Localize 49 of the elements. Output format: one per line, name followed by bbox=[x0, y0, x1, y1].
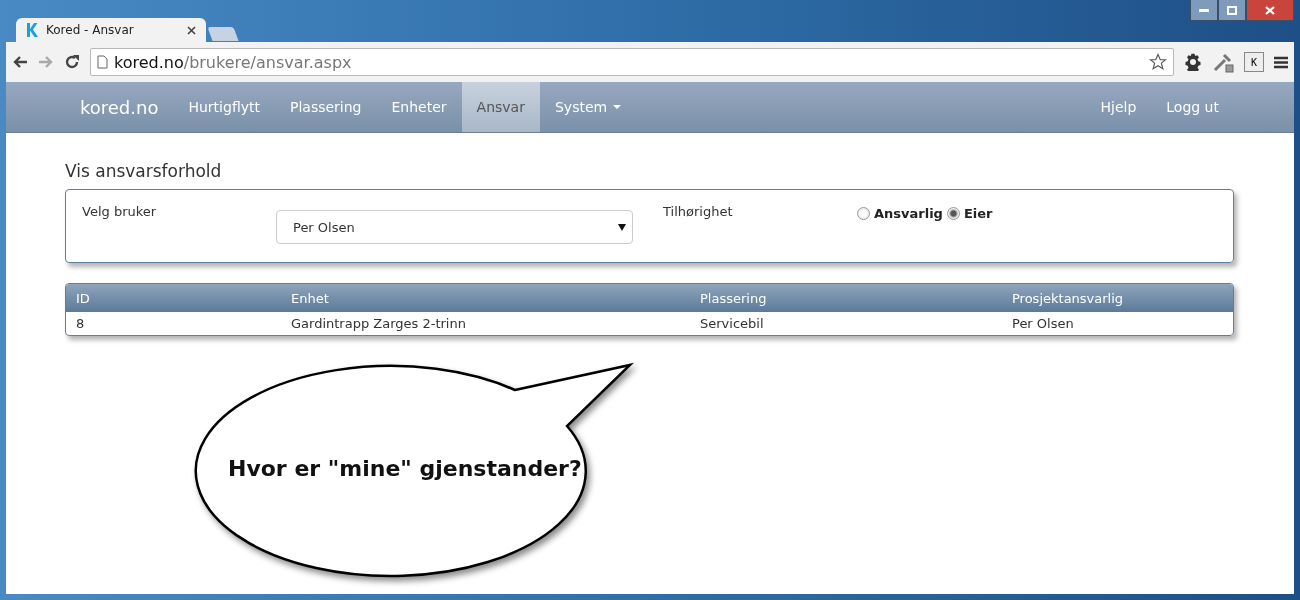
address-bar[interactable]: kored.no/brukere/ansvar.aspx bbox=[90, 48, 1174, 76]
field-label: Tilhørighet bbox=[663, 204, 734, 219]
column-header: Enhet bbox=[281, 284, 690, 312]
minimize-icon bbox=[1199, 8, 1209, 12]
settings-icon[interactable] bbox=[1184, 53, 1202, 71]
close-icon[interactable] bbox=[187, 25, 196, 35]
table-cell-text: Servicebil bbox=[699, 315, 765, 333]
browser-tab[interactable]: Kored - Ansvar bbox=[16, 18, 206, 42]
reload-icon[interactable] bbox=[64, 54, 80, 70]
nav-link[interactable]: Ansvar bbox=[461, 82, 540, 132]
page-icon bbox=[97, 55, 108, 69]
page-title: Vis ansvarsforhold bbox=[65, 161, 223, 181]
table-cell-text: 8 bbox=[75, 315, 86, 333]
radio-button[interactable] bbox=[946, 207, 960, 220]
url-host: kored.no bbox=[114, 52, 184, 72]
column-header: Plassering bbox=[690, 284, 1002, 312]
nav-link[interactable]: Enheter bbox=[376, 82, 462, 132]
back-icon[interactable] bbox=[12, 55, 28, 69]
nav-link[interactable]: Hurtigflytt bbox=[173, 82, 275, 132]
url-path: /brukere/ansvar.aspx bbox=[183, 52, 352, 72]
caret-icon bbox=[618, 223, 626, 231]
field-label: Velg bruker bbox=[82, 204, 158, 219]
caret-icon bbox=[613, 105, 622, 109]
radio-option[interactable]: Ansvarlig bbox=[857, 206, 943, 221]
nav-link[interactable]: Hjelp bbox=[1085, 82, 1152, 132]
close-window-button[interactable] bbox=[1246, 0, 1294, 21]
brand-link[interactable]: kored.no bbox=[80, 96, 159, 118]
nav-link[interactable]: Plassering bbox=[274, 82, 377, 132]
radio-option[interactable]: Eier bbox=[946, 206, 993, 221]
nav-link[interactable]: Logg ut bbox=[1151, 82, 1234, 132]
minimize-button[interactable] bbox=[1190, 0, 1218, 21]
maximize-button[interactable] bbox=[1218, 0, 1246, 21]
new-tab-button[interactable] bbox=[207, 27, 239, 41]
k-logo-icon bbox=[26, 23, 38, 37]
radio-button[interactable] bbox=[857, 207, 870, 220]
nav-link[interactable]: System bbox=[539, 82, 637, 132]
column-header: ID bbox=[66, 284, 281, 312]
column-header: Prosjektansvarlig bbox=[1002, 284, 1233, 312]
menu-icon[interactable] bbox=[1274, 55, 1288, 69]
table-cell-text: Per Olsen bbox=[1011, 315, 1075, 333]
tab-title: Kored - Ansvar bbox=[46, 23, 135, 37]
callout-text: Hvor er "mine" gjenstander? bbox=[228, 456, 582, 481]
extension-button[interactable]: K bbox=[1244, 52, 1264, 72]
close-icon bbox=[1265, 5, 1275, 15]
user-select[interactable]: Per Olsen bbox=[276, 210, 633, 244]
maximize-icon bbox=[1227, 5, 1237, 15]
table-cell-text: Gardintrapp Zarges 2-trinn bbox=[290, 315, 467, 333]
star-icon[interactable] bbox=[1149, 53, 1167, 71]
eyedropper-icon[interactable] bbox=[1212, 51, 1234, 73]
